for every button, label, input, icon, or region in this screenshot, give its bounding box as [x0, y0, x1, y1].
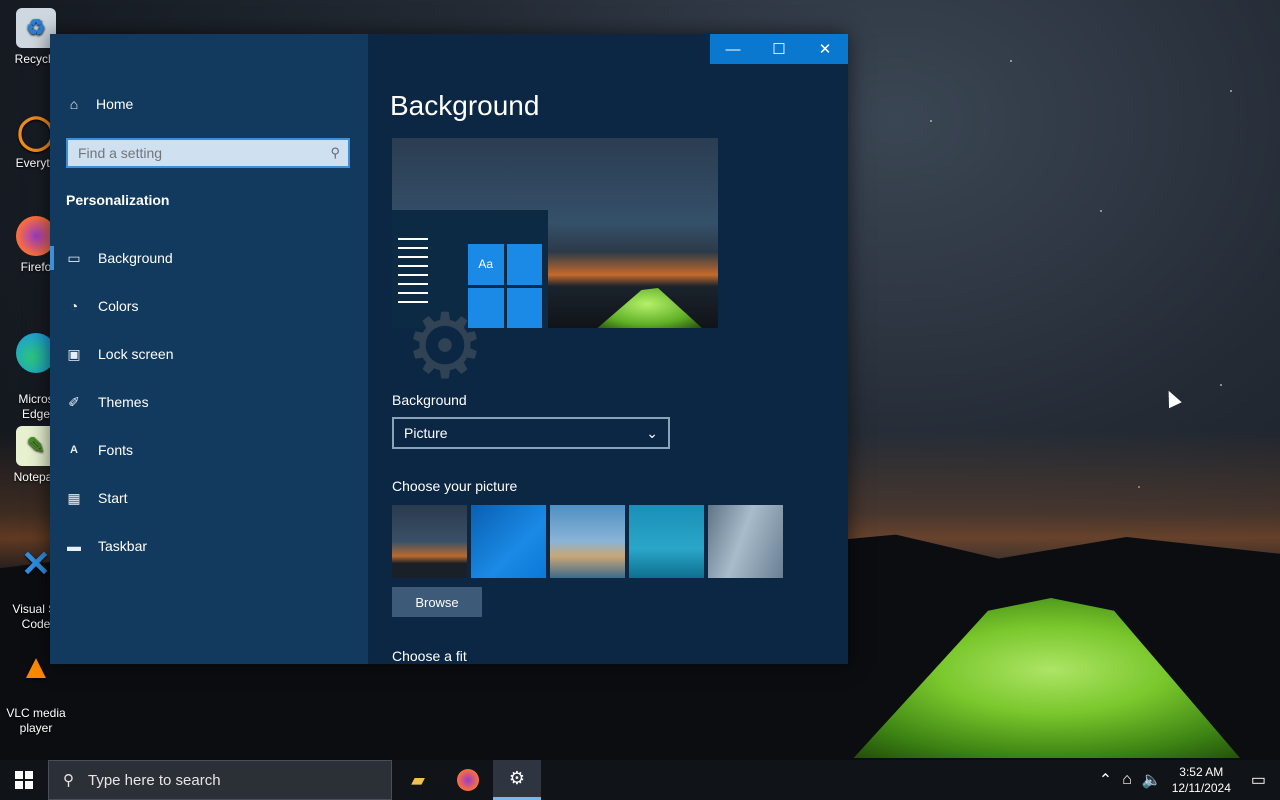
taskbar-search[interactable]: ⚲ Type here to search — [48, 760, 392, 800]
desktop-icon-label: Firefo — [20, 260, 52, 274]
taskbar-icon: ▬ — [67, 538, 81, 554]
minimize-button[interactable]: — — [710, 34, 756, 64]
desktop-icon-label: Micros Edge — [18, 392, 54, 421]
start-icon: ▦ — [67, 489, 81, 506]
preview-tent — [597, 288, 702, 328]
settings-taskbar-button[interactable]: ⚙ — [493, 760, 541, 800]
sidebar-item-label: Themes — [98, 394, 149, 410]
page-title: Background — [390, 90, 540, 121]
star — [1230, 90, 1232, 92]
sidebar-item-label: Fonts — [98, 442, 134, 458]
window-controls: — ☐ ✕ — [710, 34, 848, 64]
start-button[interactable] — [0, 760, 48, 800]
notification-icon[interactable]: ▭ — [1251, 770, 1266, 790]
section-title: Personalization — [66, 192, 170, 208]
taskbar-search-placeholder: Type here to search — [88, 771, 221, 789]
sidebar-item-label: Lock screen — [98, 346, 174, 362]
background-label: Background — [392, 392, 467, 408]
picture-thumbnail[interactable] — [708, 505, 783, 578]
star — [1100, 210, 1102, 212]
volume-muted-icon[interactable]: 🔈 — [1142, 770, 1162, 790]
firefox-taskbar-button[interactable] — [444, 760, 492, 800]
choose-picture-label: Choose your picture — [392, 478, 518, 494]
clock-time: 3:52 AM — [1179, 765, 1224, 779]
chevron-up-icon[interactable]: ⌃ — [1099, 770, 1112, 790]
settings-search-input[interactable] — [76, 144, 331, 162]
picture-thumbnail[interactable] — [392, 505, 467, 578]
background-dropdown-value: Picture — [404, 425, 448, 441]
sidebar-item-label: Background — [98, 250, 173, 266]
star — [1138, 486, 1140, 488]
sidebar-item-lock-screen[interactable]: ▣ Lock screen — [50, 330, 368, 378]
sidebar-item-themes[interactable]: ✐ Themes — [50, 378, 368, 426]
folder-icon: ▰ — [411, 769, 425, 790]
clock-date: 12/11/2024 — [1171, 781, 1231, 795]
lock-screen-icon: ▣ — [67, 345, 81, 362]
taskbar: ⚲ Type here to search ▰ ⚙ ⌃ ⌂ 🔈 3:52 AM … — [0, 760, 1280, 800]
brush-icon: ✐ — [68, 393, 80, 410]
browse-button[interactable]: Browse — [392, 587, 482, 617]
background-dropdown[interactable]: Picture ⌄ — [392, 417, 670, 449]
sidebar-item-background[interactable]: ▭ Background — [50, 234, 368, 282]
system-tray: ⌃ ⌂ 🔈 3:52 AM 12/11/2024 ▭ — [1099, 760, 1280, 800]
search-icon: ⚲ — [330, 145, 340, 160]
picture-thumbnail[interactable] — [629, 505, 704, 578]
picture-thumbnail[interactable] — [471, 505, 546, 578]
sidebar-nav: ▭ Background ◔ Colors ▣ Lock screen ✐ Th… — [50, 234, 368, 570]
home-icon: ⌂ — [69, 96, 79, 112]
sidebar-item-start[interactable]: ▦ Start — [50, 474, 368, 522]
settings-search[interactable]: ⚲ — [66, 138, 350, 168]
desktop-icon-label: VLC media player — [6, 706, 66, 735]
maximize-button[interactable]: ☐ — [756, 34, 802, 64]
firefox-icon — [457, 769, 479, 791]
content-pane: Background Aa ⚙ Background Picture ⌄ Cho… — [368, 34, 848, 664]
sidebar-item-label: Taskbar — [98, 538, 148, 554]
sidebar-item-fonts[interactable]: A Fonts — [50, 426, 368, 474]
preview-tile: Aa — [468, 244, 504, 285]
mouse-cursor — [1162, 387, 1182, 409]
network-icon[interactable]: ⌂ — [1122, 771, 1132, 789]
palette-icon: ◔ — [69, 298, 79, 314]
gear-icon: ⚙ — [508, 768, 526, 788]
sidebar-item-taskbar[interactable]: ▬ Taskbar — [50, 522, 368, 570]
settings-window: ⌂ Home ⚲ Personalization ▭ Background ◔ … — [50, 34, 848, 664]
home-link[interactable]: ⌂ Home — [66, 96, 134, 112]
chevron-down-icon: ⌄ — [646, 424, 658, 441]
gear-icon: ⚙ — [404, 297, 486, 397]
star — [930, 120, 932, 122]
home-label: Home — [96, 96, 134, 112]
star — [1010, 60, 1012, 62]
sidebar-item-label: Colors — [98, 298, 139, 314]
clock[interactable]: 3:52 AM 12/11/2024 — [1172, 764, 1231, 796]
sidebar: ⌂ Home ⚲ Personalization ▭ Background ◔ … — [50, 34, 368, 664]
file-explorer-taskbar-button[interactable]: ▰ — [394, 760, 442, 800]
picture-thumbnail[interactable] — [550, 505, 625, 578]
search-icon: ⚲ — [63, 772, 74, 789]
picture-icon: ▭ — [67, 249, 81, 266]
sidebar-item-label: Start — [98, 490, 128, 506]
windows-logo-icon — [15, 771, 33, 789]
picture-thumbnails — [392, 505, 783, 578]
close-button[interactable]: ✕ — [802, 34, 848, 64]
choose-fit-label: Choose a fit — [392, 648, 467, 664]
star — [1220, 384, 1222, 386]
font-icon: A — [70, 444, 78, 456]
sidebar-item-colors[interactable]: ◔ Colors — [50, 282, 368, 330]
